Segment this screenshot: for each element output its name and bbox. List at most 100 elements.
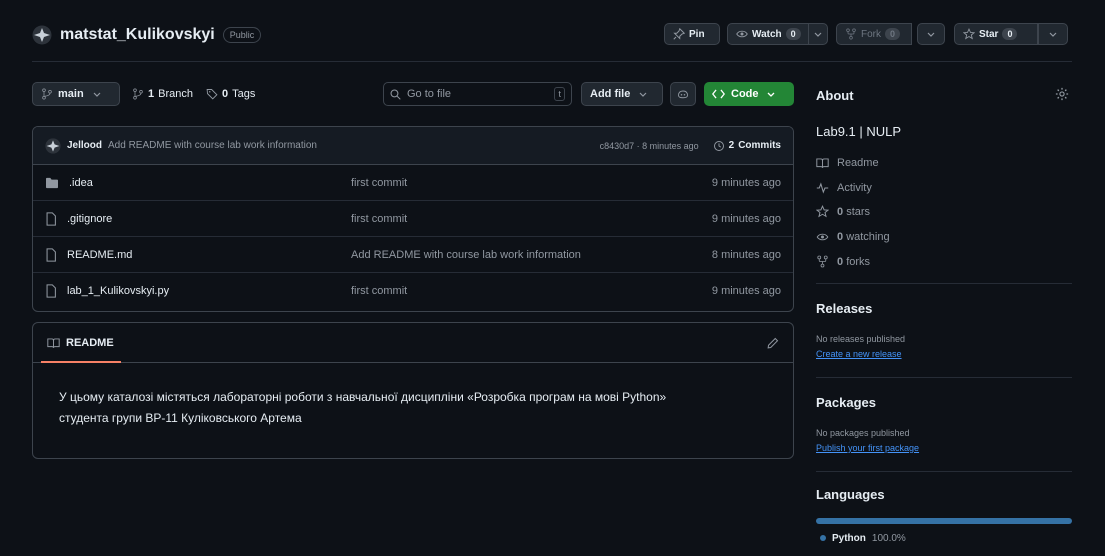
watch-dropdown[interactable] [808, 23, 828, 45]
stars-count: 0 [837, 205, 844, 218]
activity-label: Activity [837, 181, 872, 194]
gear-icon[interactable] [1055, 87, 1069, 101]
chevron-down-icon [93, 90, 101, 98]
file-name[interactable]: README.md [67, 249, 132, 261]
go-to-file-input[interactable]: Go to file t [383, 82, 572, 106]
tag-icon [206, 88, 218, 100]
publish-package-link[interactable]: Publish your first package [816, 443, 1072, 453]
tags-link[interactable]: 0 Tags [206, 82, 255, 106]
file-commit-message[interactable]: first commit [351, 285, 407, 297]
readme-tab-label: README [66, 336, 114, 349]
sidebar-divider [816, 377, 1072, 378]
table-row[interactable]: README.md Add README with course lab wor… [33, 237, 793, 273]
file-time: 9 minutes ago [711, 176, 781, 189]
code-label: Code [731, 88, 759, 100]
sidebar-divider [816, 283, 1072, 284]
avatar[interactable] [32, 25, 52, 45]
shortcut-key: t [554, 87, 565, 101]
forks-count: 0 [837, 255, 844, 268]
commit-author[interactable]: Jellood [67, 140, 102, 151]
edit-pencil-icon[interactable] [767, 337, 779, 349]
languages-heading: Languages [816, 487, 885, 502]
packages-heading[interactable]: Packages [816, 395, 1072, 410]
file-name[interactable]: .idea [69, 177, 93, 189]
tag-label: Tags [232, 88, 256, 100]
chevron-down-icon [639, 90, 647, 98]
repo-name[interactable]: matstat_Kulikovskyi [60, 26, 215, 44]
file-icon [45, 284, 57, 298]
tab-readme[interactable]: README [47, 323, 114, 363]
watch-count: 0 [785, 28, 801, 40]
commit-message[interactable]: Add README with course lab work informat… [108, 140, 317, 151]
file-commit-message[interactable]: first commit [351, 213, 407, 225]
releases-empty: No releases published [816, 334, 906, 344]
create-release-link[interactable]: Create a new release [816, 349, 1072, 359]
branches-link[interactable]: 1 Branch [132, 82, 193, 106]
language-name: Python [832, 532, 866, 544]
file-icon [45, 247, 57, 262]
table-row[interactable]: lab_1_Kulikovskyi.py first commit 9 minu… [33, 273, 793, 309]
pulse-icon [816, 181, 829, 194]
file-name[interactable]: lab_1_Kulikovskyi.py [67, 285, 169, 297]
add-file-button[interactable]: Add file [581, 82, 663, 106]
avatar[interactable] [45, 137, 61, 154]
search-placeholder: Go to file [407, 88, 452, 100]
watch-button[interactable]: Watch 0 [727, 23, 809, 45]
commits-label: Commits [738, 140, 781, 151]
forks-label: forks [846, 255, 871, 268]
copilot-button[interactable] [670, 82, 696, 106]
sidebar-divider [816, 471, 1072, 472]
stars-link[interactable]: 0 stars [816, 199, 1072, 224]
activity-link[interactable]: Activity [816, 175, 1072, 200]
pin-button[interactable]: Pin [664, 23, 720, 45]
readme-header: README [33, 323, 793, 363]
watching-link[interactable]: 0 watching [816, 224, 1072, 249]
star-dropdown[interactable] [1038, 23, 1068, 45]
readme-link[interactable]: Readme [816, 150, 1072, 175]
fork-label: Fork [861, 28, 881, 40]
commits-link[interactable]: 2 Commits [713, 140, 781, 152]
folder-icon [45, 177, 59, 189]
fork-button[interactable]: Fork 0 [836, 23, 912, 45]
eye-icon [736, 28, 748, 40]
chevron-down-icon [814, 30, 822, 38]
book-icon [47, 337, 60, 349]
branch-icon [132, 88, 144, 100]
pin-icon [673, 28, 685, 40]
copilot-icon [677, 88, 689, 100]
star-label: Star [979, 28, 999, 40]
file-commit-message[interactable]: Add README with course lab work informat… [351, 249, 581, 261]
fork-icon [816, 255, 829, 268]
file-name[interactable]: .gitignore [67, 213, 112, 225]
watching-label: watching [846, 230, 890, 243]
star-button[interactable]: Star 0 [954, 23, 1038, 45]
language-item[interactable]: Python 100.0% [816, 531, 1072, 545]
code-button[interactable]: Code [704, 82, 794, 106]
language-bar [816, 518, 1072, 524]
readme-line: студента групи ВР-11 Куліковського Артем… [59, 411, 302, 425]
branch-selector[interactable]: main [32, 82, 120, 106]
forks-link[interactable]: 0 forks [816, 249, 1072, 274]
star-icon [963, 28, 975, 40]
latest-commit-row: Jellood Add README with course lab work … [33, 127, 793, 165]
star-icon [816, 205, 829, 218]
file-time: 8 minutes ago [711, 248, 781, 261]
language-percent: 100.0% [871, 532, 906, 544]
branch-icon [41, 88, 53, 100]
file-time: 9 minutes ago [711, 285, 781, 297]
stars-label: stars [846, 205, 871, 218]
branch-label: Branch [158, 88, 193, 100]
commit-hash-time[interactable]: c8430d7 · 8 minutes ago [600, 141, 699, 151]
chevron-down-icon [927, 30, 935, 38]
table-row[interactable]: .gitignore first commit 9 minutes ago [33, 201, 793, 237]
table-row[interactable]: .idea first commit 9 minutes ago [33, 165, 793, 201]
fork-dropdown[interactable] [917, 23, 945, 45]
chevron-down-icon [1049, 30, 1057, 38]
file-commit-message[interactable]: first commit [351, 177, 407, 189]
add-file-label: Add file [590, 88, 631, 100]
chevron-down-icon [767, 90, 775, 98]
releases-heading[interactable]: Releases [816, 301, 1072, 316]
star-count: 0 [1002, 28, 1018, 40]
readme-line: У цьому каталозі містяться лабораторні р… [59, 390, 667, 404]
history-icon [713, 140, 725, 152]
